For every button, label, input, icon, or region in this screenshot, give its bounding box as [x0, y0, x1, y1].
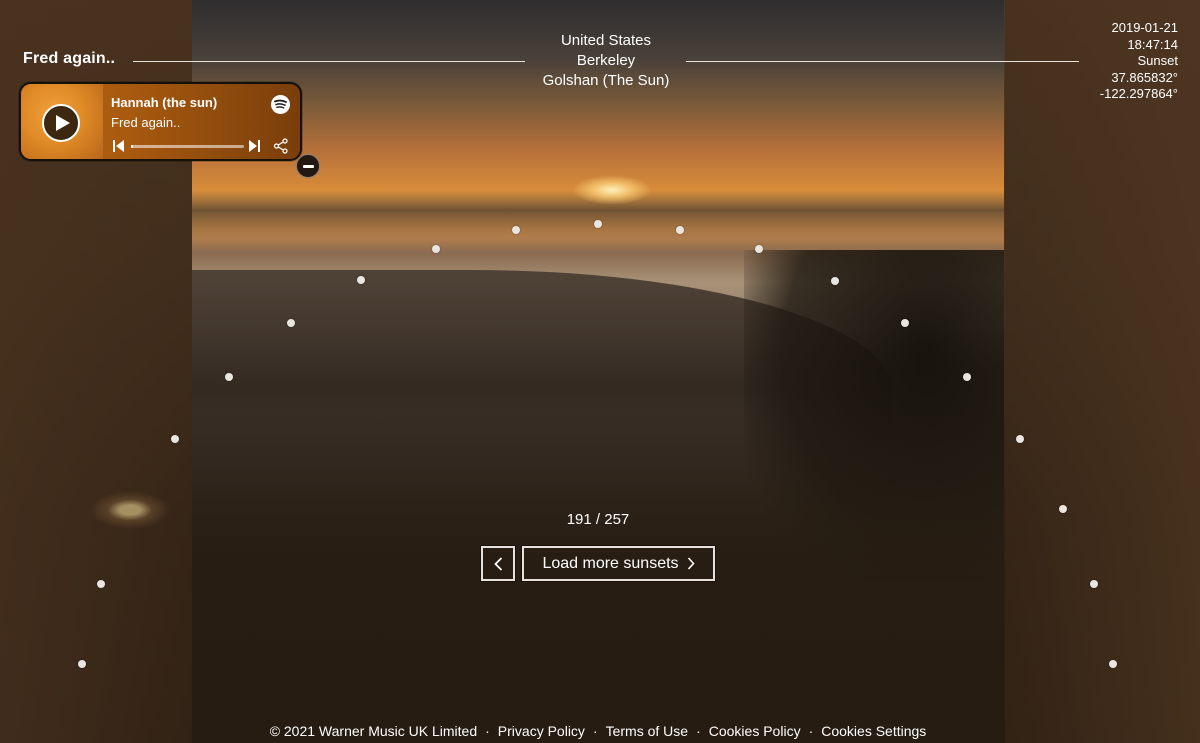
meta-time: 18:47:14	[1127, 36, 1178, 52]
album-art	[21, 84, 103, 159]
share-icon[interactable]	[273, 138, 289, 154]
chevron-left-icon	[493, 556, 502, 571]
location-block: United States Berkeley Golshan (The Sun)	[543, 31, 670, 91]
footer-copyright: © 2021 Warner Music UK Limited	[269, 723, 478, 739]
sunset-dot[interactable]	[171, 435, 179, 443]
play-button[interactable]	[42, 104, 80, 142]
sunset-dot[interactable]	[287, 319, 295, 327]
sunset-photo	[192, 0, 1004, 743]
minus-icon	[302, 164, 314, 168]
footer-separator: ·	[592, 723, 598, 739]
chevron-right-icon	[687, 557, 695, 570]
meta-type: Sunset	[1137, 53, 1178, 68]
footer-separator: ·	[485, 723, 490, 739]
footer-separator: ·	[808, 723, 814, 739]
load-more-sunsets-button[interactable]: Load more sunsets	[521, 545, 716, 582]
sunset-dot[interactable]	[1090, 580, 1098, 588]
track-title: Hannah (the sun)	[111, 95, 218, 110]
play-icon	[55, 115, 70, 131]
footer-separator: ·	[696, 723, 701, 739]
next-icon[interactable]	[249, 140, 260, 152]
privacy-policy-link[interactable]: Privacy Policy	[498, 723, 585, 739]
terms-of-use-link[interactable]: Terms of Use	[606, 723, 688, 739]
progress-bar[interactable]	[131, 145, 244, 148]
sunset-dot[interactable]	[1109, 660, 1117, 668]
sunset-dot[interactable]	[225, 373, 233, 381]
cookies-settings-link[interactable]: Cookies Settings	[821, 723, 926, 739]
location-contributor: Golshan (The Sun)	[542, 72, 670, 89]
previous-icon[interactable]	[113, 140, 124, 152]
sunset-dot[interactable]	[78, 660, 86, 668]
spotify-player: Hannah (the sun) Fred again..	[19, 82, 302, 161]
artist-name: Fred again..	[23, 50, 116, 67]
footer: © 2021 Warner Music UK Limited · Privacy…	[270, 723, 927, 739]
meta-longitude: -122.297864°	[1099, 86, 1178, 101]
cookies-policy-link[interactable]: Cookies Policy	[709, 723, 801, 739]
sunset-dot[interactable]	[1016, 435, 1024, 443]
sunset-counter: 191 / 257	[566, 511, 630, 528]
previous-sunset-button[interactable]	[480, 545, 516, 582]
header-rule-right	[686, 61, 1079, 62]
sunset-dot[interactable]	[512, 226, 520, 234]
sunset-dot[interactable]	[1059, 505, 1067, 513]
sunset-dot[interactable]	[676, 226, 684, 234]
track-artist[interactable]: Fred again..	[111, 115, 180, 130]
sunset-dot[interactable]	[357, 276, 365, 284]
sunset-meta: 2019-01-21 18:47:14 Sunset 37.865832° -1…	[1100, 20, 1178, 103]
header-rule-left	[133, 61, 525, 62]
meta-latitude: 37.865832°	[1111, 69, 1178, 85]
collapse-player-button[interactable]	[296, 154, 320, 178]
sunset-dot[interactable]	[831, 277, 839, 285]
load-more-label: Load more sunsets	[542, 554, 679, 572]
spotify-icon[interactable]	[271, 95, 290, 114]
meta-date: 2019-01-21	[1111, 20, 1179, 35]
sunset-dot[interactable]	[963, 373, 971, 381]
sunset-dot[interactable]	[594, 220, 602, 228]
progress-fill	[131, 145, 134, 148]
photo-shade	[192, 0, 1004, 743]
location-country: United States	[560, 32, 652, 49]
sunset-dot[interactable]	[901, 319, 909, 327]
sunset-dot[interactable]	[432, 245, 440, 253]
location-city: Berkeley	[576, 52, 636, 69]
sunset-dot[interactable]	[97, 580, 105, 588]
sunset-dot[interactable]	[755, 245, 763, 253]
